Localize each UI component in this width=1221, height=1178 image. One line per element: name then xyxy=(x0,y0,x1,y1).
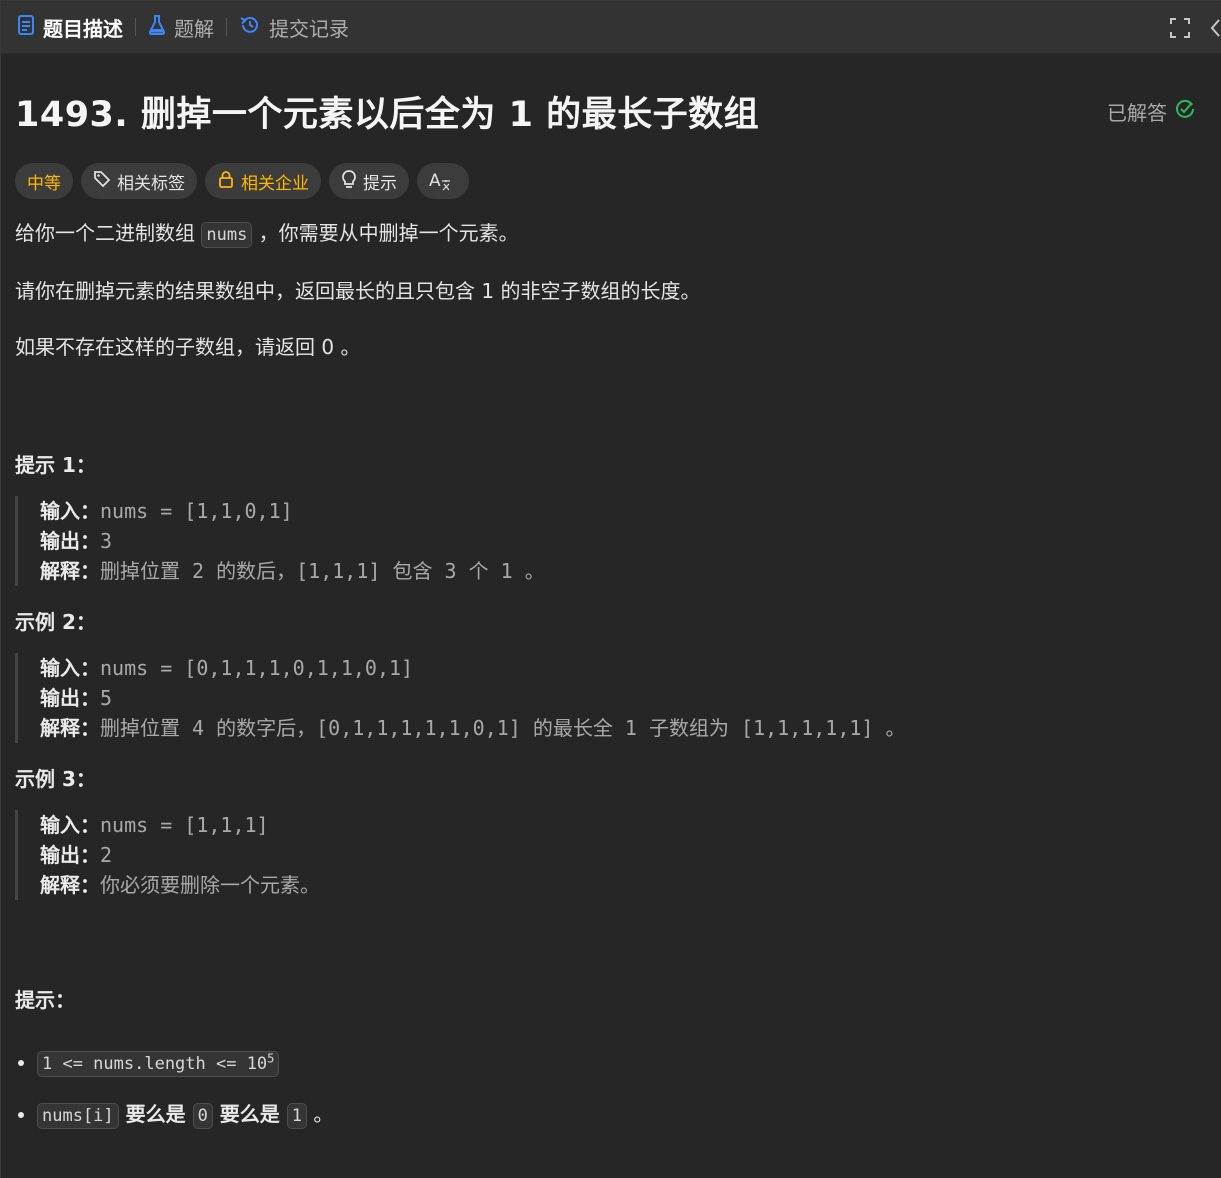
title-row: 1493. 删掉一个元素以后全为 1 的最长子数组 已解答 xyxy=(15,86,1207,137)
constraint-item: nums[i] 要么是 0 要么是 1 。 xyxy=(37,1097,1207,1133)
difficulty-badge: 中等 xyxy=(15,163,73,199)
constraint-code: 1 xyxy=(286,1102,308,1129)
tab-divider xyxy=(135,18,136,36)
lock-icon xyxy=(217,170,241,193)
hint-label: 提示 xyxy=(363,173,397,194)
example-explain-label: 解释： xyxy=(40,716,100,740)
example-input-label: 输入： xyxy=(40,656,100,680)
tab-solutions-label: 题解 xyxy=(174,16,214,41)
example-input-line: 输入：nums = [0,1,1,1,0,1,1,0,1] xyxy=(40,653,1207,683)
example-explain-label: 解释： xyxy=(40,873,100,897)
flask-icon xyxy=(148,14,166,40)
description-paragraph: 如果不存在这样的子数组，请返回 0 。 xyxy=(15,335,361,359)
tab-divider xyxy=(226,18,227,36)
example-input-value: nums = [0,1,1,1,0,1,1,0,1] xyxy=(100,656,414,680)
example-input-value: nums = [1,1,1] xyxy=(100,813,269,837)
constraint-code-text: 1 <= nums.length <= 10 xyxy=(42,1053,268,1074)
example-output-label: 输出： xyxy=(40,686,100,710)
document-icon xyxy=(17,14,35,40)
example-explain-line: 解释：你必须要删除一个元素。 xyxy=(40,870,1207,900)
constraint-text: 。 xyxy=(307,1101,334,1126)
description-paragraph: 给你一个二进制数组 nums ，你需要从中删掉一个元素。 xyxy=(15,215,1207,253)
tab-solutions[interactable]: 题解 xyxy=(142,1,220,54)
example-explain-line: 解释：删掉位置 4 的数字后，[0,1,1,1,1,1,0,1] 的最长全 1 … xyxy=(40,713,1207,743)
description-paragraph: 请你在删掉元素的结果数组中，返回最长的且只包含 1 的非空子数组的长度。 xyxy=(15,279,701,303)
related-companies-label: 相关企业 xyxy=(241,173,309,194)
tab-submissions[interactable]: 提交记录 xyxy=(233,1,355,54)
example-explain-value: 删掉位置 2 的数后，[1,1,1] 包含 3 个 1 。 xyxy=(100,559,545,583)
example-block: 输入：nums = [1,1,0,1] 输出：3 解释：删掉位置 2 的数后，[… xyxy=(15,496,1207,586)
example-output-line: 输出：5 xyxy=(40,683,1207,713)
example-heading: 示例 3： xyxy=(15,767,96,791)
example-block: 输入：nums = [1,1,1] 输出：2 解释：你必须要删除一个元素。 xyxy=(15,810,1207,900)
hint-button[interactable]: 提示 xyxy=(329,163,409,199)
example-explain-value: 删掉位置 4 的数字后，[0,1,1,1,1,1,0,1] 的最长全 1 子数组… xyxy=(100,716,906,740)
example-heading: 提示 1： xyxy=(15,453,96,477)
description-text: ，你需要从中删掉一个元素。 xyxy=(252,221,519,245)
tab-bar: 题目描述 题解 提交记录 xyxy=(1,1,1221,54)
problem-title[interactable]: 1493. 删掉一个元素以后全为 1 的最长子数组 xyxy=(15,86,759,137)
problem-panel: 题目描述 题解 提交记录 1493. 删掉一个元素以后全为 1 的最长子数组 已… xyxy=(0,0,1221,1178)
example-input-label: 输入： xyxy=(40,813,100,837)
constraint-code: 0 xyxy=(192,1102,213,1129)
constraints-heading: 提示： xyxy=(15,988,75,1012)
example-input-line: 输入：nums = [1,1,0,1] xyxy=(40,496,1207,526)
tag-row: 中等 相关标签 相关企业 提示 A xyxy=(15,163,1207,199)
fullscreen-icon[interactable] xyxy=(1169,17,1191,39)
solved-status-label: 已解答 xyxy=(1107,101,1167,125)
example-output-value: 3 xyxy=(100,529,113,553)
example-input-value: nums = [1,1,0,1] xyxy=(100,499,293,523)
translate-icon-letter: A xyxy=(429,171,441,191)
description-text: 给你一个二进制数组 xyxy=(15,221,202,245)
related-tags-button[interactable]: 相关标签 xyxy=(81,163,197,199)
example-explain-line: 解释：删掉位置 2 的数后，[1,1,1] 包含 3 个 1 。 xyxy=(40,556,1207,586)
example-output-label: 输出： xyxy=(40,529,100,553)
difficulty-label: 中等 xyxy=(27,173,61,194)
constraint-code: nums[i] xyxy=(37,1102,119,1129)
inline-code-nums: nums xyxy=(201,222,253,248)
tag-icon xyxy=(93,170,117,193)
constraint-text: 要么是 xyxy=(212,1101,287,1126)
history-icon xyxy=(239,14,261,41)
translate-icon: A xyxy=(429,171,457,191)
example-input-label: 输入： xyxy=(40,499,100,523)
example-block: 输入：nums = [0,1,1,1,0,1,1,0,1] 输出：5 解释：删掉… xyxy=(15,653,1207,743)
problem-content: 1493. 删掉一个元素以后全为 1 的最长子数组 已解答 中等 相关标签 相关… xyxy=(1,86,1221,1133)
example-explain-value: 你必须要删除一个元素。 xyxy=(100,873,320,897)
related-companies-button[interactable]: 相关企业 xyxy=(205,163,321,199)
tab-submissions-label: 提交记录 xyxy=(269,16,349,41)
check-circle-icon xyxy=(1167,99,1195,124)
example-explain-label: 解释： xyxy=(40,559,100,583)
constraint-code: 1 <= nums.length <= 105 xyxy=(37,1050,280,1077)
constraint-text: 要么是 xyxy=(118,1101,193,1126)
related-tags-label: 相关标签 xyxy=(117,173,185,194)
lightbulb-icon xyxy=(341,169,363,194)
solved-status: 已解答 xyxy=(1107,97,1195,126)
tab-description[interactable]: 题目描述 xyxy=(11,1,129,54)
tab-description-label: 题目描述 xyxy=(43,16,123,41)
example-output-line: 输出：2 xyxy=(40,840,1207,870)
constraints-list: 1 <= nums.length <= 105 nums[i] 要么是 0 要么… xyxy=(15,1041,1207,1133)
example-input-line: 输入：nums = [1,1,1] xyxy=(40,810,1207,840)
constraint-item: 1 <= nums.length <= 105 xyxy=(37,1041,1207,1081)
example-output-label: 输出： xyxy=(40,843,100,867)
example-heading: 示例 2： xyxy=(15,610,96,634)
chevron-left-icon[interactable] xyxy=(1209,15,1221,41)
example-output-line: 输出：3 xyxy=(40,526,1207,556)
constraint-exponent: 5 xyxy=(267,1051,275,1065)
translate-button[interactable]: A xyxy=(417,163,469,199)
example-output-value: 5 xyxy=(100,686,113,710)
example-output-value: 2 xyxy=(100,843,113,867)
